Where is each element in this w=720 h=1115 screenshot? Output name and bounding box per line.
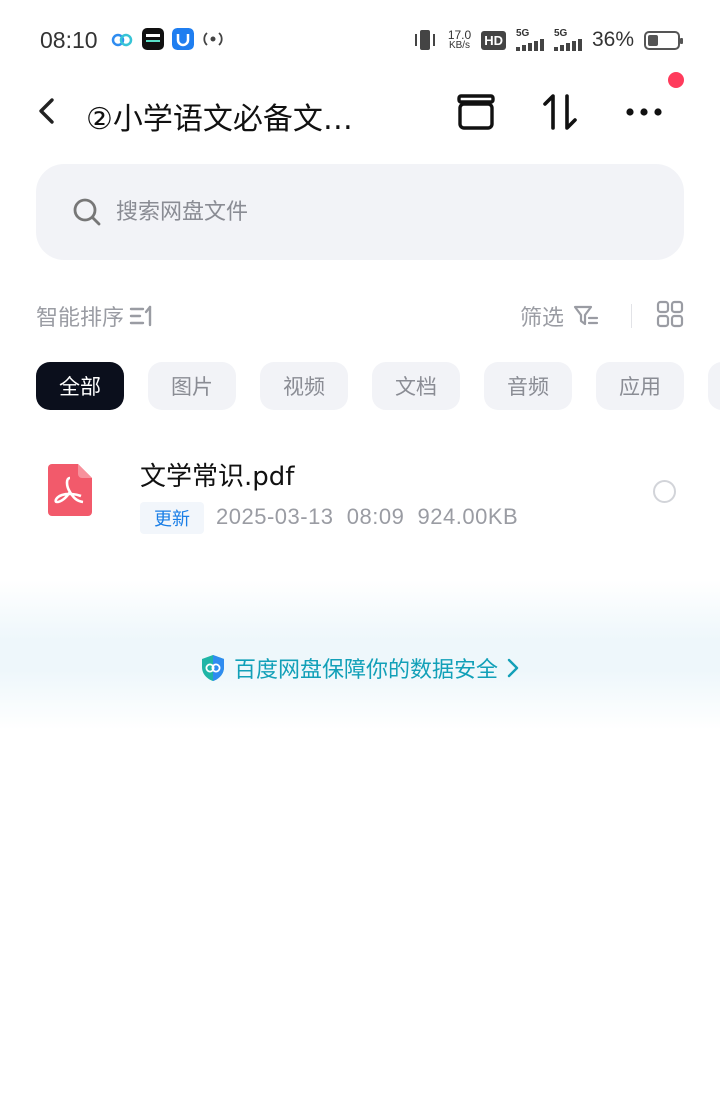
pdf-icon — [48, 464, 92, 516]
battery-percent: 36% — [591, 28, 634, 51]
shield-icon — [201, 655, 224, 681]
file-list-item[interactable]: 文学常识.pdf 更新 2025-03-13 08:09 924.00KB — [0, 440, 720, 550]
file-meta: 2025-03-13 08:09 924.00KB — [216, 504, 519, 529]
sort-arrows-icon[interactable] — [538, 90, 582, 134]
security-text: 百度网盘保障你的数据安全 — [233, 658, 498, 683]
category-chips: 全部 图片 视频 文档 音频 应用 — [36, 362, 720, 412]
hotspot-icon — [203, 32, 223, 46]
grid-view-icon[interactable] — [656, 300, 684, 328]
search-bar[interactable] — [36, 164, 684, 260]
cloud-app-icon — [111, 33, 133, 47]
hd-badge: HD — [481, 30, 506, 50]
sort-button[interactable]: 智能排序 — [36, 300, 156, 332]
status-time: 08:10 — [40, 27, 98, 53]
archive-icon[interactable] — [454, 90, 498, 134]
chip-images[interactable]: 图片 — [148, 362, 236, 410]
signal-bars-icon — [553, 39, 582, 51]
chip-all[interactable]: 全部 — [36, 362, 124, 410]
net-speed: 17.0 KB/s — [447, 28, 472, 51]
signal-2: 5G — [553, 29, 582, 51]
chip-documents[interactable]: 文档 — [372, 362, 460, 410]
security-banner[interactable]: 百度网盘保障你的数据安全 — [0, 646, 720, 690]
search-input[interactable] — [116, 164, 656, 260]
more-icon[interactable] — [622, 90, 666, 134]
status-right-group: 17.0 KB/s HD 5G 5G 36% — [412, 24, 683, 56]
battery-fill — [648, 34, 658, 46]
vibrate-icon — [414, 30, 435, 50]
search-icon — [73, 198, 101, 226]
chevron-right-icon — [507, 658, 519, 678]
news-app-icon — [142, 28, 164, 50]
update-badge: 更新 — [140, 502, 204, 534]
signal-bars-icon — [515, 39, 544, 51]
sort-filter-bar: 智能排序 筛选 — [36, 296, 684, 336]
toolbar-divider — [631, 304, 632, 328]
header-bar: ②小学语文必备文… — [0, 80, 720, 146]
sort-order-icon — [129, 305, 152, 327]
back-icon[interactable] — [32, 94, 62, 128]
signal-1: 5G — [515, 29, 544, 51]
status-bar: 08:10 17.0 KB/s HD 5G 5G 36% — [0, 0, 720, 80]
filter-label: 筛选 — [519, 306, 564, 331]
chip-apps[interactable]: 应用 — [596, 362, 684, 410]
filter-icon — [573, 305, 599, 326]
filter-button[interactable]: 筛选 — [520, 300, 600, 332]
chip-videos[interactable]: 视频 — [260, 362, 348, 410]
chip-audio[interactable]: 音频 — [484, 362, 572, 410]
notification-dot — [668, 72, 684, 88]
sort-label: 智能排序 — [36, 306, 125, 331]
chip-more-partial[interactable] — [708, 362, 720, 410]
file-name: 文学常识.pdf — [140, 462, 295, 492]
select-checkbox[interactable] — [653, 480, 676, 503]
battery-icon — [644, 30, 683, 50]
page-title: ②小学语文必备文… — [86, 102, 353, 137]
shield-app-icon — [172, 28, 194, 50]
